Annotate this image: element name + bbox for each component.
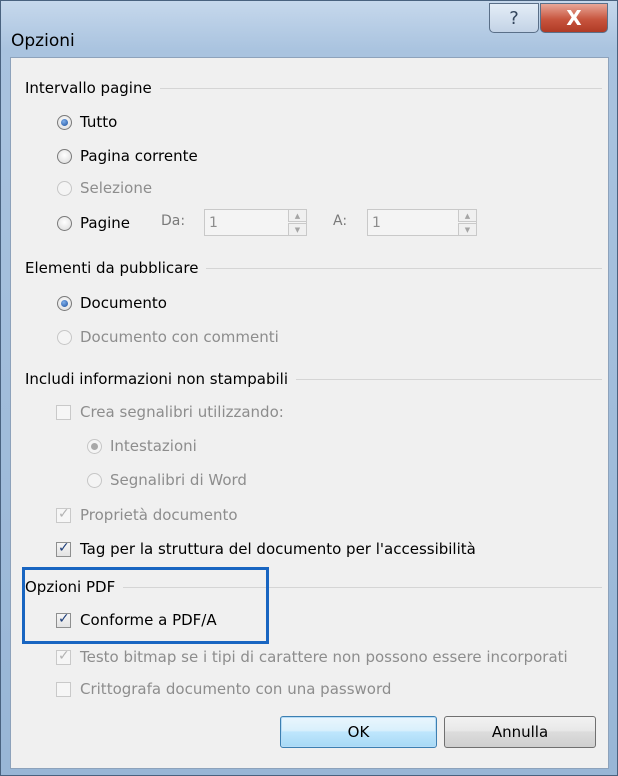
- checkbox-icon: [56, 404, 71, 420]
- radio-selected-icon: [57, 295, 72, 311]
- radio-headings-label: Intestazioni: [110, 437, 197, 455]
- divider: [206, 267, 602, 269]
- radio-all-pages-label: Tutto: [80, 113, 118, 131]
- to-page-spinner[interactable]: ▲ ▼: [458, 209, 477, 236]
- radio-document-comments: Documento con commenti: [57, 328, 279, 346]
- dialog-title: Opzioni: [11, 31, 75, 51]
- spin-up-icon[interactable]: ▲: [288, 209, 307, 222]
- help-icon: ?: [509, 7, 519, 29]
- checkmark-icon: [56, 540, 71, 557]
- radio-document[interactable]: Documento: [57, 294, 167, 312]
- spin-up-icon[interactable]: ▲: [458, 209, 477, 222]
- section-publish-items: Elementi da pubblicare: [25, 258, 608, 278]
- section-nonprint-info: Includi informazioni non stampabili: [25, 369, 608, 389]
- radio-icon: [57, 180, 72, 196]
- checkbox-create-bookmarks: Crea segnalibri utilizzando:: [56, 403, 284, 421]
- checkbox-accessibility-tags[interactable]: Tag per la struttura del documento per l…: [56, 540, 476, 558]
- close-icon: X: [566, 6, 582, 30]
- close-button[interactable]: X: [540, 3, 608, 33]
- checkmark-icon: [56, 648, 71, 665]
- checkbox-encrypt: Crittografa documento con una password: [56, 680, 391, 698]
- radio-icon: [87, 472, 102, 488]
- radio-selection-label: Selezione: [80, 179, 153, 197]
- radio-current-page-label: Pagina corrente: [80, 147, 198, 165]
- radio-document-comments-label: Documento con commenti: [80, 328, 279, 346]
- radio-pages-label: Pagine: [80, 214, 130, 232]
- cancel-button[interactable]: Annulla: [444, 716, 596, 748]
- section-page-range: Intervallo pagine: [25, 78, 608, 98]
- divider: [296, 378, 602, 380]
- checkmark-icon: [56, 506, 71, 523]
- radio-icon: [57, 215, 72, 231]
- section-page-range-heading: Intervallo pagine: [25, 79, 152, 97]
- spin-down-icon[interactable]: ▼: [288, 223, 307, 236]
- radio-headings: Intestazioni: [87, 437, 197, 455]
- radio-selected-icon: [87, 438, 102, 454]
- section-nonprint-info-heading: Includi informazioni non stampabili: [25, 370, 289, 388]
- checkbox-create-bookmarks-label: Crea segnalibri utilizzando:: [80, 403, 284, 421]
- radio-icon: [57, 329, 72, 345]
- radio-word-bookmarks-label: Segnalibri di Word: [110, 471, 247, 489]
- radio-selection: Selezione: [57, 179, 152, 197]
- checkbox-encrypt-label: Crittografa documento con una password: [80, 680, 392, 698]
- divider: [159, 87, 602, 89]
- section-publish-items-heading: Elementi da pubblicare: [25, 259, 199, 277]
- radio-all-pages[interactable]: Tutto: [57, 113, 117, 131]
- radio-icon: [57, 148, 72, 164]
- checkbox-accessibility-tags-label: Tag per la struttura del documento per l…: [80, 540, 476, 558]
- radio-pages[interactable]: Pagine: [57, 214, 130, 232]
- ok-button[interactable]: OK: [280, 716, 437, 748]
- checkbox-bitmap-text-label: Testo bitmap se i tipi di carattere non …: [80, 648, 568, 666]
- radio-current-page[interactable]: Pagina corrente: [57, 147, 198, 165]
- options-dialog: Opzioni ? X Intervallo pagine Tutto Pagi…: [0, 0, 618, 776]
- spin-down-icon[interactable]: ▼: [458, 223, 477, 236]
- from-page-spinner[interactable]: ▲ ▼: [288, 209, 307, 236]
- from-label: Da:: [161, 213, 186, 229]
- checkbox-bitmap-text: Testo bitmap se i tipi di carattere non …: [56, 648, 568, 666]
- checkbox-document-properties: Proprietà documento: [56, 506, 238, 524]
- to-label: A:: [333, 213, 348, 229]
- radio-document-label: Documento: [80, 294, 167, 312]
- checkbox-icon: [56, 681, 71, 697]
- checkbox-document-properties-label: Proprietà documento: [80, 506, 238, 524]
- radio-selected-icon: [57, 114, 72, 130]
- radio-word-bookmarks: Segnalibri di Word: [87, 471, 247, 489]
- help-button[interactable]: ?: [489, 3, 539, 33]
- dialog-client-area: Intervallo pagine Tutto Pagina corrente …: [10, 57, 609, 769]
- pdf-options-highlight: [22, 567, 269, 644]
- title-bar[interactable]: Opzioni ? X: [1, 1, 617, 55]
